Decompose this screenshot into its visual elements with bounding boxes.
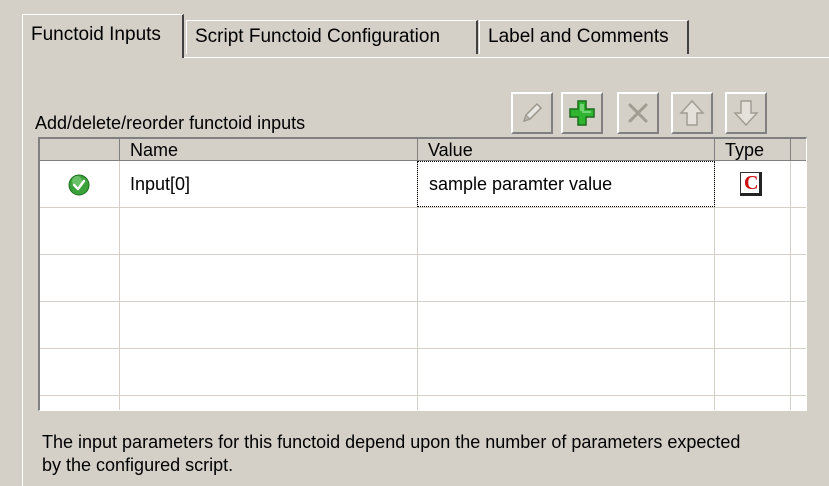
tab-strip: Functoid Inputs Script Functoid Configur… [22, 14, 822, 58]
grid-header-type[interactable]: Type [715, 139, 791, 161]
arrow-down-icon [733, 100, 759, 127]
section-label: Add/delete/reorder functoid inputs [35, 113, 306, 133]
tab-script-functoid-configuration[interactable]: Script Functoid Configuration [186, 20, 478, 54]
check-circle-icon [68, 174, 90, 196]
input-name-cell[interactable]: Input[0] [130, 174, 190, 195]
tab-label-and-comments[interactable]: Label and Comments [479, 20, 689, 54]
footer-help-text: The input parameters for this functoid d… [42, 432, 741, 475]
arrow-up-icon [679, 99, 705, 126]
grid-row-divider [40, 301, 806, 302]
grid-column-divider [790, 161, 791, 410]
delete-input-button[interactable] [617, 92, 659, 134]
add-input-button[interactable] [561, 92, 603, 134]
plus-icon [569, 100, 595, 126]
grid-header-row-indicator [40, 139, 120, 161]
inputs-grid[interactable]: Name Value Type Input[0] sample paramter… [38, 137, 807, 411]
cell-focus-outline [417, 161, 715, 207]
delete-x-icon [628, 103, 648, 123]
grid-row-divider [40, 207, 806, 208]
edit-input-button[interactable] [511, 92, 553, 134]
grid-column-divider [119, 161, 120, 410]
grid-row-divider [40, 254, 806, 255]
grid-header-name[interactable]: Name [120, 139, 418, 161]
constant-type-icon[interactable]: C [740, 172, 762, 196]
tab-functoid-inputs[interactable]: Functoid Inputs [22, 14, 184, 58]
move-up-button[interactable] [671, 92, 713, 134]
grid-row-divider [40, 348, 806, 349]
grid-header-filler [791, 139, 806, 161]
move-down-button[interactable] [725, 92, 767, 134]
pencil-icon [522, 102, 543, 123]
grid-header-value[interactable]: Value [418, 139, 715, 161]
grid-row-divider [40, 395, 806, 396]
